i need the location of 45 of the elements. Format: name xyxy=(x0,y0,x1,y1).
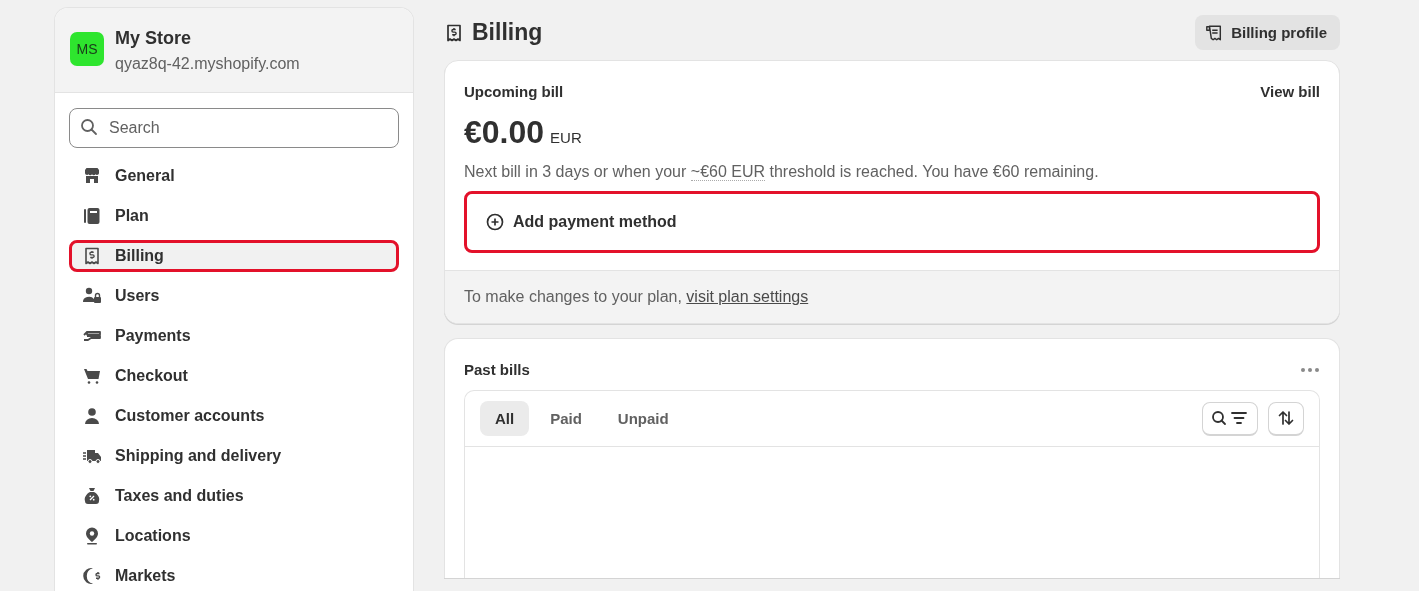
search-filter-icon xyxy=(1210,408,1250,428)
receipt-list-icon xyxy=(1205,23,1224,42)
nav-item[interactable]: Payments xyxy=(69,320,399,352)
receipt-icon xyxy=(444,22,464,43)
nav-item[interactable]: Billing xyxy=(69,240,399,272)
bill-note: Next bill in 3 days or when your ~€60 EUR threshold is reached. You have €60 remaining. xyxy=(464,163,1100,181)
nav-item[interactable]: Locations xyxy=(69,520,399,552)
search-filter-button[interactable] xyxy=(1202,401,1258,436)
more-icon[interactable] xyxy=(1300,366,1320,373)
nav-item[interactable]: Users xyxy=(69,280,399,312)
card-title: Past bills xyxy=(464,361,530,378)
billing-profile-button[interactable]: Billing profile xyxy=(1195,15,1340,50)
search-icon xyxy=(79,117,99,137)
notebook-icon xyxy=(82,206,102,226)
bill-amount: €0.00 xyxy=(464,114,545,151)
store-avatar: MS xyxy=(70,32,104,66)
view-bill-link[interactable]: View bill xyxy=(1260,83,1320,100)
filter-tab[interactable]: All xyxy=(480,401,530,436)
nav-item[interactable]: Plan xyxy=(69,200,399,232)
user-lock-icon xyxy=(82,286,102,306)
cart-icon xyxy=(82,366,102,386)
person-icon xyxy=(82,406,102,426)
money-bag-icon xyxy=(82,486,102,506)
card-title: Upcoming bill xyxy=(464,83,564,100)
filter-tab[interactable]: Paid xyxy=(535,401,597,436)
nav-item[interactable]: General xyxy=(69,160,399,192)
store-icon xyxy=(82,166,102,186)
nav-item[interactable]: Customer accounts xyxy=(69,400,399,432)
filter-tab[interactable]: Unpaid xyxy=(602,401,684,436)
sort-icon xyxy=(1276,408,1296,428)
search-field[interactable]: Search xyxy=(69,108,399,148)
store-name: My Store xyxy=(115,28,193,49)
receipt-icon xyxy=(82,246,102,266)
nav-item[interactable]: Taxes and duties xyxy=(69,480,399,512)
page-title: Billing xyxy=(472,19,543,46)
store-domain: qyaz8q-42.myshopify.com xyxy=(115,55,300,73)
nav-item[interactable]: Markets xyxy=(69,560,399,591)
nav-item[interactable]: Shipping and delivery xyxy=(69,440,399,472)
nav-item[interactable]: Checkout xyxy=(69,360,399,392)
plan-settings-link[interactable]: visit plan settings xyxy=(686,288,809,305)
plan-settings-note: To make changes to your plan, visit plan settings xyxy=(464,288,810,306)
add-payment-method-button[interactable]: Add payment method xyxy=(464,191,1320,253)
plus-circle-icon xyxy=(485,212,505,232)
currency-code: EUR xyxy=(550,129,582,146)
sort-button[interactable] xyxy=(1268,401,1304,436)
